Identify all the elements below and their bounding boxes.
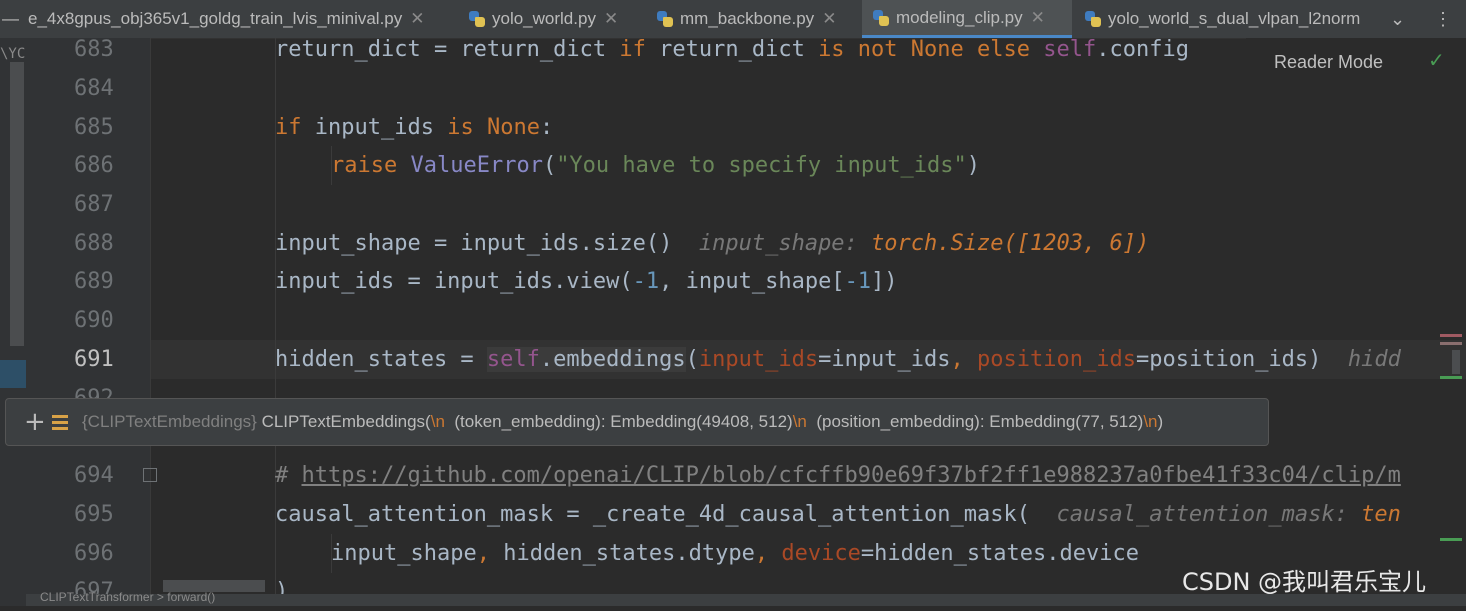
object-field-icon <box>52 414 68 430</box>
python-file-icon <box>468 10 486 28</box>
close-icon[interactable]: ✕ <box>822 9 836 29</box>
change-stripe-marker[interactable] <box>1440 376 1462 379</box>
breadcrumb[interactable]: CLIPTextTransformer > forward() <box>40 590 215 604</box>
code-line-691: hidden_states = self.embeddings(input_id… <box>275 347 1401 372</box>
python-file-icon <box>872 9 890 27</box>
close-icon[interactable]: ✕ <box>1031 8 1045 28</box>
code-line-685: if input_ids is None: <box>275 115 554 140</box>
editor-scroll-thumb[interactable] <box>1452 350 1460 374</box>
inline-value-hint: input_shape: <box>698 231 858 256</box>
line-number: 685 <box>74 115 114 140</box>
check-icon: ✓ <box>1428 48 1445 72</box>
tab-label: yolo_world_s_dual_vlpan_l2norm <box>1108 9 1361 28</box>
comment-link: https://github.com/openai/CLIP/blob/cfcf… <box>301 463 1401 488</box>
reader-mode-button[interactable]: Reader Mode <box>1274 52 1383 73</box>
popup-type: {CLIPTextEmbeddings} <box>82 412 257 431</box>
editor-tab-bar: — e_4x8gpus_obj365v1_goldg_train_lvis_mi… <box>0 0 1466 39</box>
watermark: CSDN @我叫君乐宝儿 <box>1182 568 1427 596</box>
line-number: 687 <box>74 192 114 217</box>
line-number: 683 <box>74 37 114 62</box>
change-stripe-marker[interactable] <box>1440 538 1462 541</box>
tab-label: mm_backbone.py <box>680 9 815 28</box>
inline-value-hint: hidd <box>1347 347 1401 372</box>
tab-modeling-clip[interactable]: modeling_clip.py ✕ <box>862 0 1072 38</box>
tab-label: modeling_clip.py <box>896 7 1023 27</box>
line-number: 690 <box>74 308 114 333</box>
popup-value: CLIPTextEmbeddings(\n (token_embedding):… <box>261 412 1164 431</box>
line-number: 696 <box>74 541 114 566</box>
line-number: 688 <box>74 231 114 256</box>
tab-mm-backbone[interactable]: mm_backbone.py ✕ <box>656 0 856 38</box>
code-line-686: raise ValueError("You have to specify in… <box>331 153 981 178</box>
python-file-icon <box>656 10 674 28</box>
code-line-688: input_shape = input_ids.size() input_sha… <box>275 231 1150 256</box>
tab-yolo-world[interactable]: yolo_world.py ✕ <box>468 0 638 38</box>
panel-selection <box>0 360 26 388</box>
line-number-gutter: 683 684 685 686 687 688 689 690 691 692 … <box>26 37 150 606</box>
error-stripe-marker[interactable] <box>1440 342 1462 345</box>
more-options-icon[interactable]: ⋮ <box>1434 0 1452 38</box>
line-number: 691 <box>74 347 114 372</box>
line-number: 695 <box>74 502 114 527</box>
expand-plus-icon[interactable]: + <box>24 407 46 437</box>
project-panel-edge: \YC <box>0 38 26 606</box>
chevron-down-icon[interactable]: ⌄ <box>1390 0 1405 38</box>
code-line-683: return_dict = return_dict if return_dict… <box>275 38 1189 62</box>
left-edge-text: \YC <box>0 46 26 62</box>
code-line-696: input_shape, hidden_states.dtype, device… <box>331 541 1140 566</box>
tab-yolo-world-config[interactable]: yolo_world_s_dual_vlpan_l2norm <box>1084 0 1374 38</box>
line-number: 684 <box>74 76 114 101</box>
code-editor[interactable]: return_dict = return_dict if return_dict… <box>151 38 1466 606</box>
code-line-689: input_ids = input_ids.view(-1, input_sha… <box>275 269 898 294</box>
tab-overflow-indicator[interactable]: — <box>0 0 30 38</box>
debug-value-popup: + {CLIPTextEmbeddings} CLIPTextEmbedding… <box>5 398 1269 446</box>
panel-scrollbar[interactable] <box>10 62 24 346</box>
reader-mode-panel: Reader Mode ✓ <box>1246 38 1466 88</box>
code-line-694: # https://github.com/openai/CLIP/blob/cf… <box>275 463 1401 488</box>
tab-label: e_4x8gpus_obj365v1_goldg_train_lvis_mini… <box>28 9 403 28</box>
line-number: 689 <box>74 269 114 294</box>
tab-label: yolo_world.py <box>492 9 596 28</box>
inline-value-hint: causal_attention_mask: <box>1056 502 1348 527</box>
line-number: 686 <box>74 153 114 178</box>
code-line-695: causal_attention_mask = _create_4d_causa… <box>275 502 1401 527</box>
close-icon[interactable]: ✕ <box>410 9 424 29</box>
error-stripe-marker[interactable] <box>1440 334 1462 337</box>
close-icon[interactable]: ✕ <box>604 9 618 29</box>
python-file-icon <box>1084 10 1102 28</box>
line-number: 694 <box>74 463 114 488</box>
